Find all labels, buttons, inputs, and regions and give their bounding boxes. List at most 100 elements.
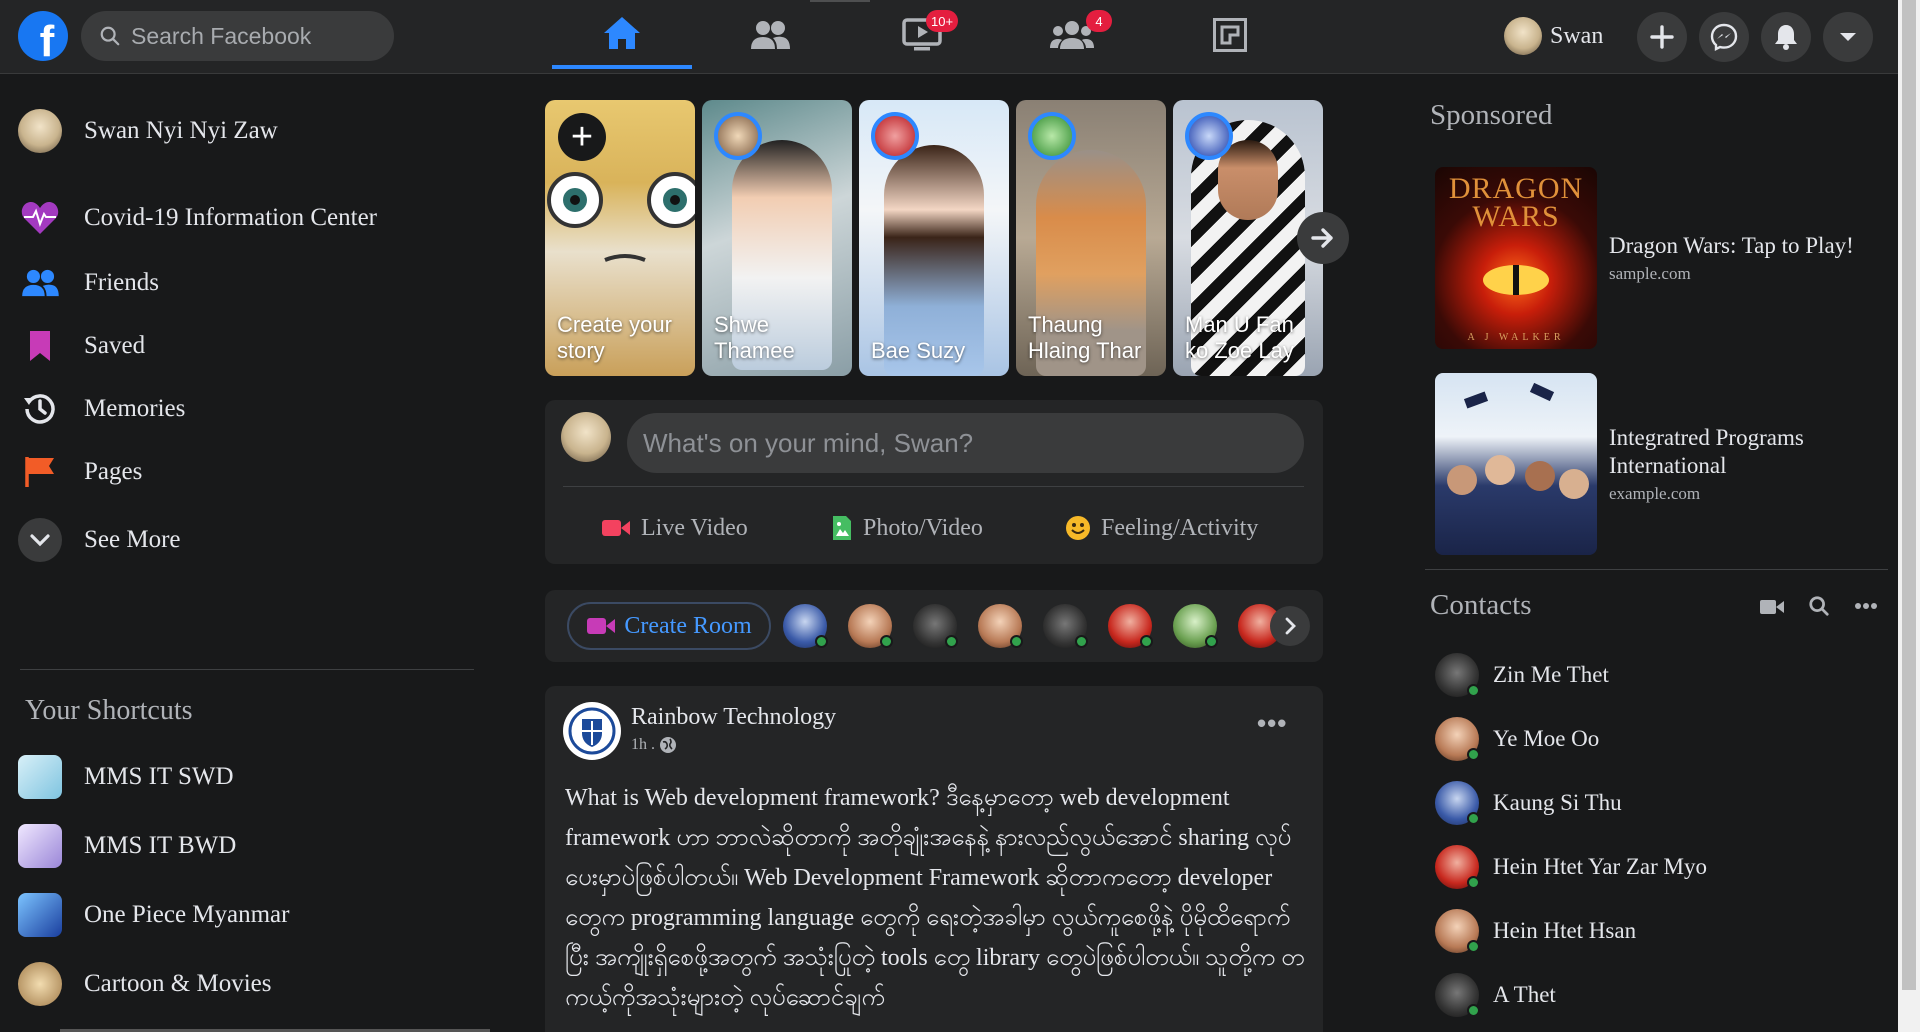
room-contact[interactable] <box>1043 604 1088 648</box>
create-room-button[interactable]: Create Room <box>567 602 771 650</box>
story-card-create[interactable]: + Create your story <box>545 100 695 376</box>
status-input[interactable] <box>627 413 1304 473</box>
home-icon <box>604 16 640 49</box>
messenger-button[interactable] <box>1699 12 1749 62</box>
contact-name: Hein Htet Yar Zar Myo <box>1493 854 1707 879</box>
online-indicator <box>1467 876 1480 889</box>
tab-groups[interactable]: 4 <box>1002 0 1142 70</box>
right-sidebar: Sponsored DRAGON WARS A J WALKER Dragon … <box>1423 75 1898 1032</box>
sidebar-item-friends[interactable]: Friends <box>18 253 478 313</box>
search-input[interactable] <box>131 22 381 50</box>
tab-gaming[interactable] <box>1160 0 1300 70</box>
ad-title: Integratred Programs International <box>1609 425 1804 478</box>
graduate-head <box>1447 465 1477 495</box>
room-contact[interactable] <box>1108 604 1153 648</box>
room-contact[interactable] <box>913 604 958 648</box>
live-video-label: Live Video <box>641 514 748 541</box>
contact-item[interactable]: Hein Htet Hsan <box>1435 905 1636 957</box>
more-options-icon[interactable] <box>1855 602 1877 610</box>
scrollbar-thumb[interactable] <box>1902 0 1916 990</box>
sponsored-ad[interactable]: DRAGON WARS A J WALKER Dragon Wars: Tap … <box>1435 167 1885 349</box>
messenger-icon <box>1710 23 1738 51</box>
ad-thumbnail-author: A J WALKER <box>1467 332 1565 343</box>
photo-icon <box>833 516 851 540</box>
sponsored-title: Sponsored <box>1430 99 1553 131</box>
contacts-title: Contacts <box>1430 589 1532 621</box>
page-avatar[interactable] <box>563 702 621 760</box>
rooms-next-button[interactable] <box>1270 606 1310 646</box>
story-avatar <box>714 112 762 160</box>
tab-friends[interactable] <box>700 0 840 70</box>
ad-url: example.com <box>1609 484 1701 503</box>
story-avatar <box>1028 112 1076 160</box>
search-icon[interactable] <box>1808 595 1830 617</box>
contact-item[interactable]: A Thet <box>1435 969 1556 1021</box>
contact-item[interactable]: Hein Htet Yar Zar Myo <box>1435 841 1707 893</box>
sidebar-item-saved[interactable]: Saved <box>18 316 478 376</box>
room-contact[interactable] <box>848 604 893 648</box>
stories-next-button[interactable] <box>1297 212 1349 264</box>
shortcut-item[interactable]: MMS IT BWD <box>18 816 478 876</box>
rooms-bar: Create Room <box>545 590 1323 662</box>
story-card[interactable]: Bae Suzy <box>859 100 1009 376</box>
create-button[interactable] <box>1637 12 1687 62</box>
contact-name: Ye Moe Oo <box>1493 726 1600 751</box>
story-name: Thaung Hlaing Thar <box>1028 312 1142 363</box>
contact-item[interactable]: Kaung Si Thu <box>1435 777 1622 829</box>
facebook-logo[interactable]: f <box>18 11 68 61</box>
ad-title: Dragon Wars: Tap to Play! <box>1609 233 1854 258</box>
shortcut-label: One Piece Myanmar <box>84 901 290 928</box>
graduate-head <box>1525 461 1555 491</box>
sidebar-item-covid[interactable]: Covid-19 Information Center <box>18 188 478 248</box>
story-card[interactable]: Thaung Hlaing Thar <box>1016 100 1166 376</box>
avatar <box>561 412 611 462</box>
stories-tray: + Create your story Shwe Thamee Bae Suzy… <box>545 100 1323 376</box>
contact-item[interactable]: Zin Me Thet <box>1435 649 1609 701</box>
plus-icon <box>1650 25 1674 49</box>
contact-item[interactable]: Ye Moe Oo <box>1435 713 1599 765</box>
story-card[interactable]: Shwe Thamee <box>702 100 852 376</box>
live-video-button[interactable]: Live Video <box>601 506 748 550</box>
ad-thumbnail <box>1435 373 1597 555</box>
sidebar-item-memories[interactable]: Memories <box>18 379 478 439</box>
graduate-head <box>1559 469 1589 499</box>
online-indicator <box>1140 635 1153 648</box>
account-menu-button[interactable] <box>1823 12 1873 62</box>
chevron-down-icon <box>18 518 62 562</box>
composer-divider <box>563 486 1304 487</box>
shortcut-label: MMS IT BWD <box>84 832 237 859</box>
sponsored-ad[interactable]: Integratred Programs International examp… <box>1435 373 1885 555</box>
sidebar-item-label: Covid-19 Information Center <box>84 204 377 231</box>
graduation-cap <box>1529 382 1555 402</box>
post-time[interactable]: 1h . <box>631 736 655 754</box>
feed-post: Rainbow Technology 1h . ••• What is Web … <box>545 686 1323 1032</box>
chevron-right-icon <box>1285 617 1296 635</box>
feeling-activity-button[interactable]: Feeling/Activity <box>1065 506 1258 550</box>
watch-badge: 10+ <box>926 10 959 32</box>
shortcut-item[interactable]: One Piece Myanmar <box>18 885 478 945</box>
sidebar-item-pages[interactable]: Pages <box>18 442 478 502</box>
sidebar-item-profile[interactable]: Swan Nyi Nyi Zaw <box>18 101 478 161</box>
photo-video-button[interactable]: Photo/Video <box>831 506 983 550</box>
tab-home[interactable] <box>552 0 692 69</box>
profile-chip[interactable]: Swan <box>1500 14 1611 58</box>
room-contact[interactable] <box>783 604 828 648</box>
video-camera-icon[interactable] <box>1759 598 1785 616</box>
online-indicator <box>1467 684 1480 697</box>
online-indicator <box>1467 748 1480 761</box>
room-contact[interactable] <box>978 604 1023 648</box>
room-contact[interactable] <box>1173 604 1218 648</box>
sidebar-item-see-more[interactable]: See More <box>18 510 478 570</box>
search-box[interactable] <box>81 11 394 61</box>
shortcut-item[interactable]: Cartoon & Movies <box>18 954 478 1014</box>
dragon-pupil <box>1513 265 1519 295</box>
tab-watch[interactable]: 10+ <box>852 0 992 70</box>
page-scrollbar[interactable] <box>1898 0 1920 1032</box>
notifications-button[interactable] <box>1761 12 1811 62</box>
post-options-button[interactable]: ••• <box>1257 708 1287 739</box>
groups-badge: 4 <box>1086 10 1112 32</box>
post-author[interactable]: Rainbow Technology <box>631 704 836 731</box>
shortcut-item[interactable]: MMS IT SWD <box>18 747 478 807</box>
video-camera-icon <box>587 618 616 634</box>
online-indicator <box>880 635 893 648</box>
